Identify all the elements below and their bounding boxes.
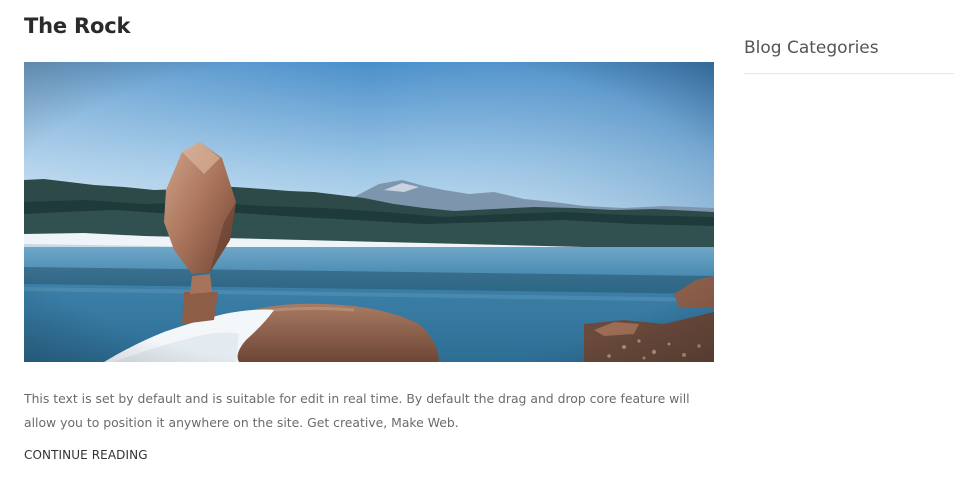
post-featured-image[interactable] bbox=[24, 62, 714, 362]
sidebar: Blog Categories bbox=[744, 38, 954, 74]
blog-categories-widget-title: Blog Categories bbox=[744, 38, 954, 74]
post-title[interactable]: The Rock bbox=[24, 14, 130, 38]
lake-rock-photo bbox=[24, 62, 714, 362]
post-excerpt: This text is set by default and is suita… bbox=[24, 391, 690, 430]
continue-reading-link[interactable]: CONTINUE READING bbox=[24, 448, 148, 462]
